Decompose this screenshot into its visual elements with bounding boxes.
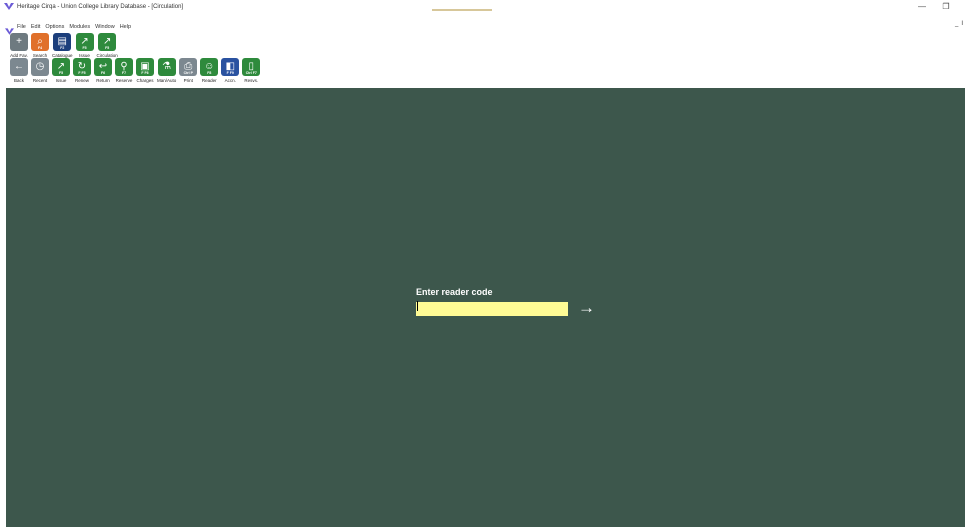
back-arrow-icon: ← xyxy=(10,58,28,76)
text-caret xyxy=(417,301,418,311)
circ-reserve-button[interactable]: ⚲ F7 Reserve xyxy=(115,58,133,83)
issue-arrow-icon: ↗ F5 xyxy=(52,58,70,76)
toolbar-button-label: Print xyxy=(183,78,193,83)
main-add-fav-button[interactable]: + Add Fav. xyxy=(10,33,28,58)
circ-issue-button[interactable]: ↗ F5 Issue xyxy=(52,58,70,83)
reader-code-label: Enter reader code xyxy=(416,287,493,297)
reservations-icon: ▯ Ctrl F7 xyxy=(242,58,261,76)
main-toolbar: + Add Fav. ⌕ F4 Search ▤ F2 Catalogue ↗ F5 Issue ↗ F… xyxy=(10,33,121,58)
menu-window[interactable]: Window xyxy=(95,24,115,30)
reader-person-icon: ☺ F8 xyxy=(200,58,219,76)
shortcut-key-label: F6 xyxy=(100,70,106,75)
heritage-logo-icon xyxy=(4,3,14,11)
circulation-arrow-icon: ↗ F5 xyxy=(98,33,117,51)
menu-help[interactable]: Help xyxy=(120,24,131,30)
circulation-workspace: Enter reader code → xyxy=(6,88,965,527)
toolbar-button-label: Man/Auto xyxy=(157,78,177,83)
main-issue-button[interactable]: ↗ F5 Issue xyxy=(75,33,94,58)
circ-charges-button[interactable]: ▣ F F6 Charges xyxy=(136,58,154,83)
icon-glyph: ⚗ xyxy=(162,61,172,72)
shortcut-key-label: Ctrl P xyxy=(183,70,193,75)
circ-man-auto-button[interactable]: ⚗ Man/Auto xyxy=(157,58,176,83)
document-icon[interactable] xyxy=(5,23,14,35)
circ-renew-button[interactable]: ↻ F F5 Renew xyxy=(73,58,91,83)
reserve-pin-icon: ⚲ F7 xyxy=(115,58,133,76)
arrow-right-icon[interactable]: → xyxy=(578,299,595,316)
circ-back-button[interactable]: ← Back xyxy=(10,58,28,83)
shortcut-key-label: F2 xyxy=(60,45,65,50)
circ-accn-button[interactable]: ◧ F F9 Accn. xyxy=(221,58,240,83)
title-progress-fill xyxy=(432,9,492,11)
toolbar-button-label: Back xyxy=(13,78,24,83)
toolbar-button-label: Renew xyxy=(74,78,89,83)
man-auto-flask-icon: ⚗ xyxy=(157,58,176,76)
reader-code-prompt: Enter reader code → xyxy=(416,287,595,317)
recent-clock-icon: ◷ xyxy=(31,58,49,76)
minimize-button[interactable]: — xyxy=(917,2,927,12)
menu-options[interactable]: Options xyxy=(45,24,64,30)
menu-bar: File Edit Options Modules Window Help xyxy=(0,22,965,35)
toolbar-button-label: Charges xyxy=(136,78,154,83)
shortcut-key-label: F8 xyxy=(207,70,212,75)
main-search-button[interactable]: ⌕ F4 Search xyxy=(31,33,49,58)
renew-icon: ↻ F F5 xyxy=(73,58,91,76)
circ-print-button[interactable]: ⎙ Ctrl P Print xyxy=(179,58,198,83)
toolbar-button-label: Return xyxy=(96,78,110,83)
menu-modules[interactable]: Modules xyxy=(69,24,90,30)
mdi-minimize-button[interactable]: _ xyxy=(955,21,958,27)
circ-resvs-button[interactable]: ▯ Ctrl F7 Resvs. xyxy=(242,58,261,83)
toolbar-button-label: Resvs. xyxy=(244,78,259,83)
search-icon: ⌕ F4 xyxy=(31,33,49,51)
title-bar[interactable]: Heritage Cirqa - Union College Library D… xyxy=(0,0,965,14)
shortcut-key-label: F4 xyxy=(37,45,43,50)
issue-arrow-icon: ↗ F5 xyxy=(75,33,94,51)
circ-return-button[interactable]: ↩ F6 Return xyxy=(94,58,112,83)
restore-button[interactable]: ❐ xyxy=(941,2,951,12)
charges-wallet-icon: ▣ F F6 xyxy=(136,58,154,76)
accession-icon: ◧ F F9 xyxy=(221,58,240,76)
mdi-close-button[interactable]: I xyxy=(961,21,963,27)
shortcut-key-label: F5 xyxy=(105,45,110,50)
toolbar-button-label: Reserve xyxy=(115,78,133,83)
shortcut-key-label: Ctrl F7 xyxy=(245,70,257,75)
circ-recent-button[interactable]: ◷ Recent xyxy=(31,58,49,83)
icon-glyph: ◷ xyxy=(35,61,45,72)
window-title: Heritage Cirqa - Union College Library D… xyxy=(17,4,184,10)
title-progress-bar xyxy=(432,9,552,11)
return-icon: ↩ F6 xyxy=(94,58,112,76)
toolbar-button-label: Recent xyxy=(32,78,48,83)
shortcut-key-label: F5 xyxy=(82,45,87,50)
toolbar-button-label: Issue xyxy=(55,78,67,83)
icon-glyph: + xyxy=(16,36,22,47)
shortcut-key-label: F F5 xyxy=(78,70,86,75)
shortcut-key-label: F F9 xyxy=(226,70,234,75)
catalogue-book-icon: ▤ F2 xyxy=(53,33,72,51)
print-icon: ⎙ Ctrl P xyxy=(179,58,198,76)
shortcut-key-label: F F6 xyxy=(141,70,149,75)
circulation-toolbar: ← Back ◷ Recent ↗ F5 Issue ↻ F F5 Renew ↩ F6 Return ⚲… xyxy=(10,58,263,83)
main-circulation-button[interactable]: ↗ F5 Circulation xyxy=(97,33,118,58)
add-favourite-icon: + xyxy=(10,33,28,51)
main-catalogue-button[interactable]: ▤ F2 Catalogue xyxy=(52,33,73,58)
menu-file[interactable]: File xyxy=(17,24,26,30)
toolbar-button-label: Accn. xyxy=(224,78,236,83)
icon-glyph: ← xyxy=(14,61,24,72)
toolbar-button-label: Reader xyxy=(201,78,217,83)
menu-edit[interactable]: Edit xyxy=(31,24,40,30)
shortcut-key-label: F7 xyxy=(121,70,127,75)
reader-code-input[interactable] xyxy=(416,302,568,316)
circ-reader-button[interactable]: ☺ F8 Reader xyxy=(200,58,219,83)
shortcut-key-label: F5 xyxy=(58,70,64,75)
